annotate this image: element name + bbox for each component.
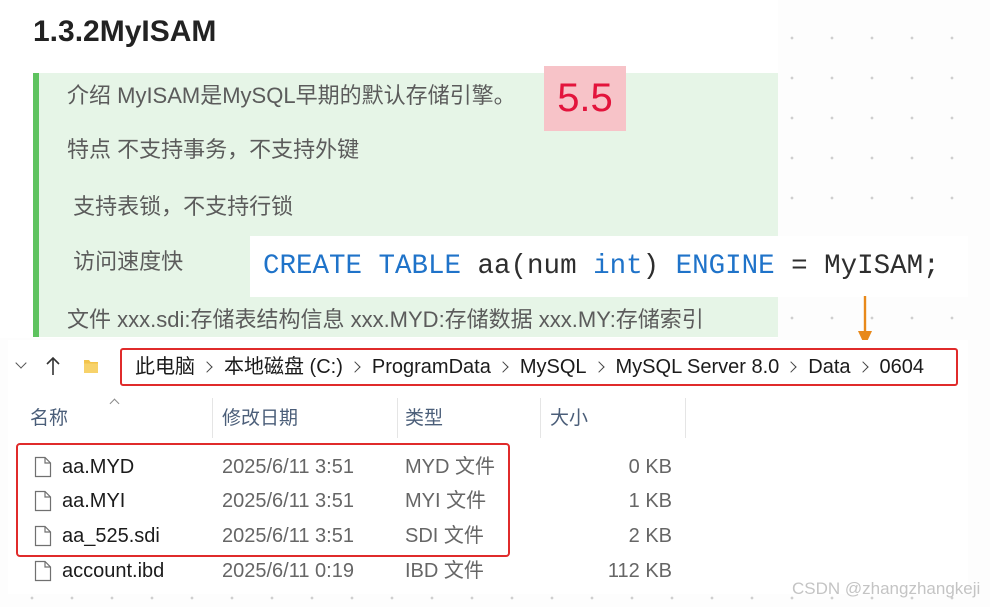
version-badge: 5.5: [544, 66, 626, 131]
column-divider[interactable]: [540, 398, 541, 438]
file-icon: [34, 456, 52, 478]
breadcrumb-local-disk[interactable]: 本地磁盘 (C:): [224, 350, 343, 384]
file-type: MYD 文件: [405, 456, 495, 478]
file-size: 2 KB: [628, 525, 672, 547]
column-divider[interactable]: [212, 398, 213, 438]
file-modified: 2025/6/11 0:19: [222, 560, 354, 582]
file-icon: [34, 490, 52, 512]
chevron-right-icon[interactable]: [349, 361, 361, 373]
section-heading: 1.3.2MyISAM: [33, 15, 217, 48]
chevron-right-icon[interactable]: [785, 361, 797, 373]
file-type: IBD 文件: [405, 560, 484, 582]
code-text: ): [642, 251, 676, 282]
code-keyword: ENGINE: [675, 251, 775, 282]
file-size: 112 KB: [607, 560, 672, 582]
code-keyword: int: [593, 251, 643, 282]
file-icon: [34, 525, 52, 547]
chevron-right-icon[interactable]: [497, 361, 509, 373]
column-divider[interactable]: [397, 398, 398, 438]
file-size: 0 KB: [628, 456, 672, 478]
code-text: aa(num: [461, 251, 594, 282]
file-type: SDI 文件: [405, 525, 484, 547]
locking-line: 支持表锁，不支持行锁: [67, 194, 294, 219]
chevron-right-icon[interactable]: [592, 361, 605, 373]
file-name[interactable]: aa.MYD: [62, 450, 134, 484]
file-row[interactable]: aa_525.sdi 2025/6/11 3:51 SDI 文件 2 KB: [8, 519, 960, 553]
file-modified: 2025/6/11 3:51: [222, 456, 354, 478]
breadcrumb-this-pc[interactable]: 此电脑: [135, 350, 195, 384]
features-line: 特点 不支持事务，不支持外键: [67, 137, 360, 162]
file-modified: 2025/6/11 3:51: [222, 490, 354, 512]
file-size: 1 KB: [628, 490, 672, 512]
file-type: MYI 文件: [405, 490, 487, 512]
file-row[interactable]: aa.MYI 2025/6/11 3:51 MYI 文件 1 KB: [8, 484, 960, 518]
files-line: 文件 xxx.sdi:存储表结构信息 xxx.MYD:存储数据 xxx.MY:存…: [67, 307, 704, 332]
chevron-down-icon[interactable]: [15, 357, 27, 369]
file-icon: [34, 560, 52, 582]
file-explorer: 此电脑 本地磁盘 (C:) ProgramData MySQL MySQL Se…: [8, 340, 968, 594]
sql-code-snippet: CREATE TABLE aa(num int) ENGINE = MyISAM…: [250, 236, 968, 297]
intro-line: 介绍 MyISAM是MySQL早期的默认存储引擎。: [67, 83, 516, 108]
column-header-type[interactable]: 类型: [405, 406, 443, 432]
breadcrumb-programdata[interactable]: ProgramData: [372, 350, 491, 384]
breadcrumb-0604[interactable]: 0604: [880, 350, 925, 384]
file-name[interactable]: account.ibd: [62, 554, 164, 588]
column-header-size[interactable]: 大小: [550, 406, 588, 432]
breadcrumb-mysql[interactable]: MySQL: [520, 350, 587, 384]
up-arrow-icon[interactable]: [45, 356, 61, 376]
address-breadcrumb[interactable]: 此电脑 本地磁盘 (C:) ProgramData MySQL MySQL Se…: [120, 348, 958, 386]
column-header-name[interactable]: 名称: [30, 406, 68, 432]
file-name[interactable]: aa.MYI: [62, 484, 125, 518]
chevron-right-icon[interactable]: [856, 361, 869, 373]
code-keyword: CREATE TABLE: [263, 251, 462, 282]
code-text: = MyISAM;: [774, 251, 940, 282]
speed-line: 访问速度快: [67, 249, 184, 274]
info-blockquote: 介绍 MyISAM是MySQL早期的默认存储引擎。 特点 不支持事务，不支持外键…: [33, 73, 778, 337]
file-row[interactable]: aa.MYD 2025/6/11 3:51 MYD 文件 0 KB: [8, 450, 960, 484]
file-name[interactable]: aa_525.sdi: [62, 519, 160, 553]
watermark: CSDN @zhangzhangkeji: [792, 579, 981, 598]
file-modified: 2025/6/11 3:51: [222, 525, 354, 547]
column-header-row: 名称 修改日期 类型 大小: [8, 406, 960, 432]
chevron-right-icon[interactable]: [201, 361, 213, 373]
folder-icon: [84, 360, 98, 373]
column-divider[interactable]: [685, 398, 686, 438]
column-header-modified[interactable]: 修改日期: [222, 406, 298, 432]
breadcrumb-mysql-server[interactable]: MySQL Server 8.0: [616, 350, 780, 384]
breadcrumb-data[interactable]: Data: [808, 350, 850, 384]
